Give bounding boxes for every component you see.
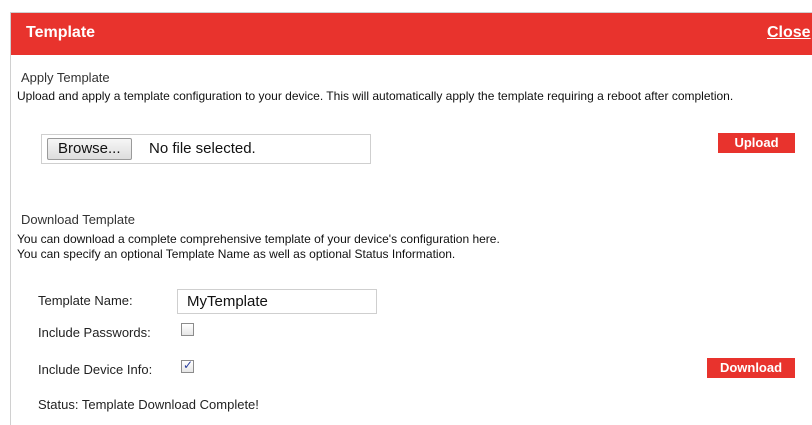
file-status-text: No file selected. (149, 140, 256, 157)
download-template-heading: Download Template (21, 212, 135, 227)
close-link[interactable]: Close (767, 24, 811, 42)
dialog-title: Template (26, 24, 96, 41)
template-file-input[interactable]: Browse... No file selected. (41, 134, 371, 164)
status-label: Status: (38, 397, 79, 412)
download-template-description-line1: You can download a complete comprehensiv… (17, 232, 500, 246)
upload-button[interactable]: Upload (718, 133, 795, 153)
template-dialog: Template Close Apply Template Upload and… (10, 12, 812, 425)
include-passwords-label: Include Passwords: (38, 325, 151, 340)
include-device-info-label: Include Device Info: (38, 362, 153, 377)
status-value: Template Download Complete! (81, 397, 259, 412)
apply-template-heading: Apply Template (21, 70, 110, 85)
download-template-description-line2: You can specify an optional Template Nam… (17, 247, 456, 261)
template-name-label: Template Name: (38, 293, 133, 308)
include-device-info-checkbox[interactable]: ✓ (181, 358, 194, 373)
browse-button[interactable]: Browse... (47, 138, 132, 160)
include-passwords-checkbox[interactable] (181, 323, 194, 336)
download-status: Status: Template Download Complete! (38, 397, 259, 412)
apply-template-description: Upload and apply a template configuratio… (17, 89, 734, 103)
download-button[interactable]: Download (707, 358, 795, 378)
dialog-titlebar: Template Close (11, 13, 812, 55)
template-name-input[interactable] (177, 289, 377, 314)
checkmark-icon: ✓ (183, 358, 194, 372)
